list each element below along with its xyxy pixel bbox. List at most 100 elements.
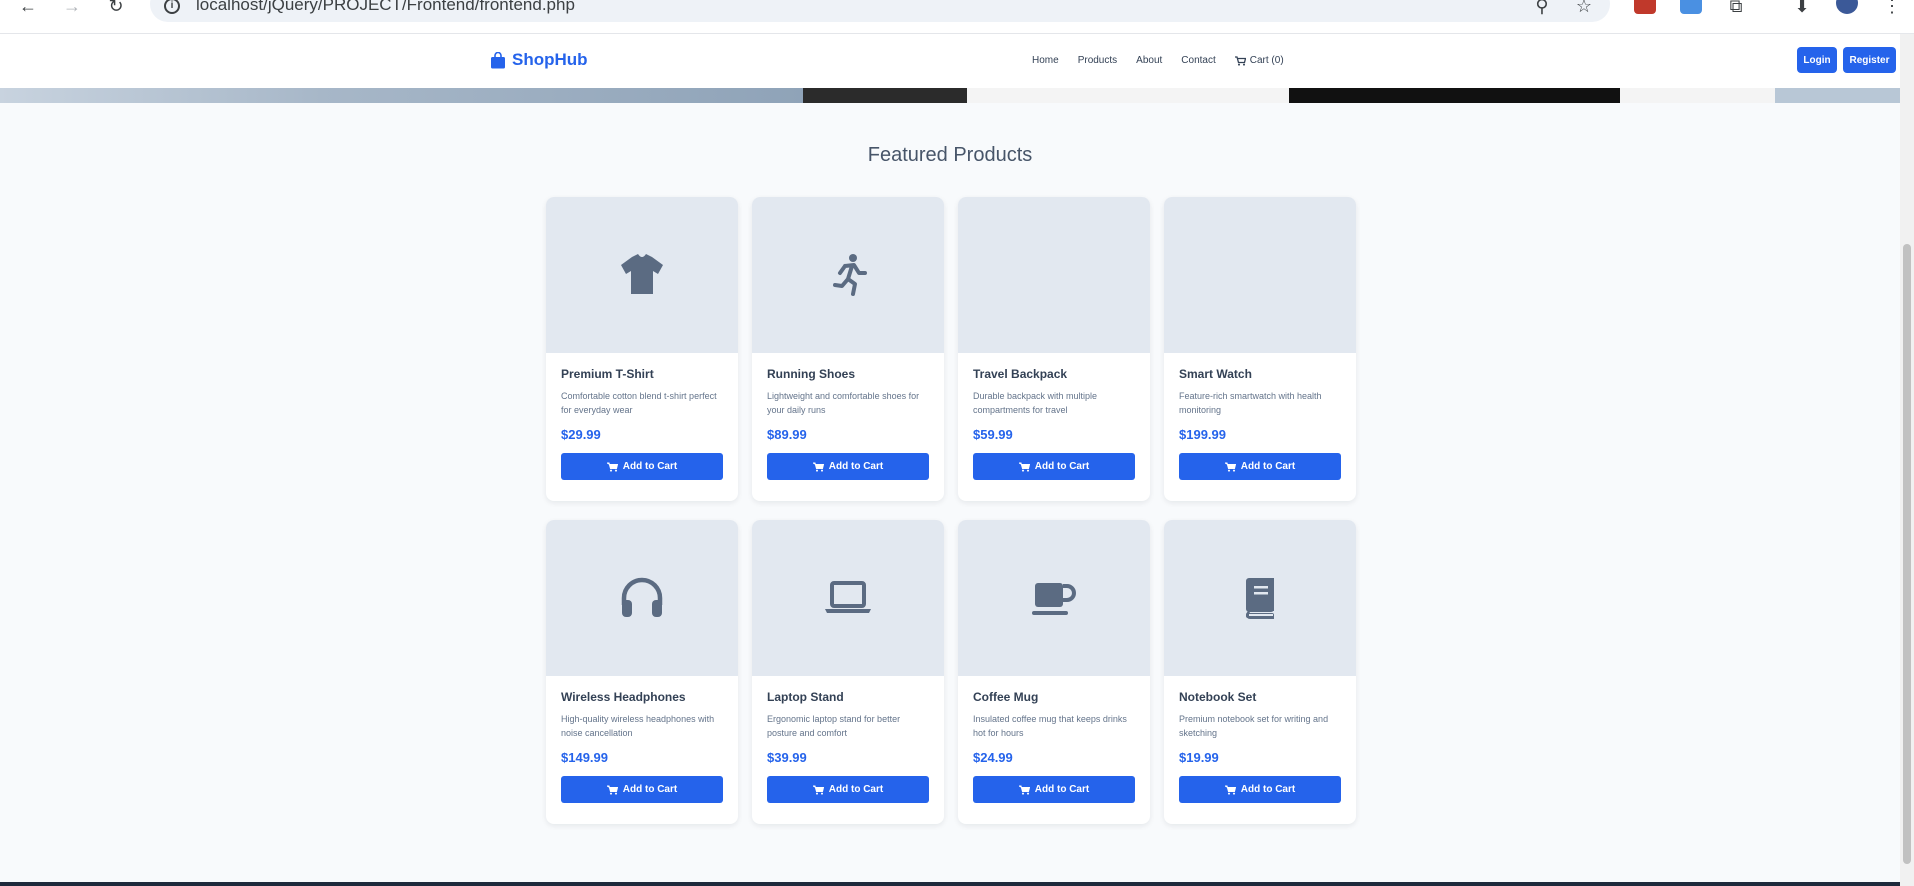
- logo-text: ShopHub: [512, 50, 588, 69]
- product-name: Premium T-Shirt: [561, 367, 654, 381]
- add-to-cart-button[interactable]: Add to Cart: [973, 776, 1135, 803]
- hero-image-light: [967, 88, 1289, 103]
- add-to-cart-button[interactable]: Add to Cart: [767, 453, 929, 480]
- product-image: [958, 520, 1150, 676]
- hero-image-left: [0, 88, 803, 103]
- product-image: [1164, 520, 1356, 676]
- product-card: Running Shoes Lightweight and comfortabl…: [752, 197, 944, 501]
- reload-icon[interactable]: ↻: [104, 0, 128, 18]
- product-name: Wireless Headphones: [561, 690, 686, 704]
- scrollbar-thumb[interactable]: [1903, 244, 1911, 864]
- add-to-cart-button[interactable]: Add to Cart: [561, 453, 723, 480]
- add-to-cart-label: Add to Cart: [1034, 784, 1090, 795]
- add-to-cart-label: Add to Cart: [1034, 461, 1090, 472]
- footer-top-edge: [0, 882, 1900, 886]
- nav-cart-label: Cart (0): [1249, 55, 1284, 66]
- cart-icon: [1224, 462, 1236, 472]
- product-price: $19.99: [1179, 750, 1219, 765]
- bookmark-star-icon[interactable]: ☆: [1572, 0, 1596, 18]
- laptop-icon: [825, 581, 871, 613]
- product-image: [958, 197, 1150, 353]
- menu-kebab-icon[interactable]: ⋮: [1880, 0, 1904, 18]
- add-to-cart-button[interactable]: Add to Cart: [1179, 776, 1341, 803]
- product-description: Insulated coffee mug that keeps drinks h…: [973, 714, 1127, 738]
- shopping-bag-icon: [491, 51, 505, 68]
- add-to-cart-label: Add to Cart: [828, 784, 884, 795]
- add-to-cart-button[interactable]: Add to Cart: [1179, 453, 1341, 480]
- cart-icon: [606, 785, 618, 795]
- product-price: $39.99: [767, 750, 807, 765]
- hero-image-dark: [803, 88, 967, 103]
- product-name: Coffee Mug: [973, 690, 1039, 704]
- add-to-cart-button[interactable]: Add to Cart: [561, 776, 723, 803]
- product-image: [752, 197, 944, 353]
- cart-icon: [1234, 55, 1246, 66]
- login-button[interactable]: Login: [1797, 47, 1837, 73]
- product-price: $59.99: [973, 427, 1013, 442]
- back-arrow-icon[interactable]: ←: [16, 0, 40, 18]
- cart-icon: [812, 462, 824, 472]
- nav-home[interactable]: Home: [1032, 55, 1059, 66]
- site-header: ShopHub Home Products About Contact Cart…: [0, 34, 1900, 88]
- tshirt-icon: [621, 254, 663, 294]
- url-text: localhost/jQuery/PROJECT/Frontend/fronte…: [196, 0, 575, 14]
- add-to-cart-label: Add to Cart: [1240, 461, 1296, 472]
- product-card: Notebook Set Premium notebook set for wr…: [1164, 520, 1356, 824]
- product-name: Notebook Set: [1179, 690, 1257, 704]
- product-card: Premium T-Shirt Comfortable cotton blend…: [546, 197, 738, 501]
- main-nav: Home Products About Contact Cart (0): [1032, 55, 1303, 66]
- product-description: Durable backpack with multiple compartme…: [973, 391, 1098, 415]
- nav-about[interactable]: About: [1136, 55, 1162, 66]
- product-image: [546, 520, 738, 676]
- product-name: Smart Watch: [1179, 367, 1252, 381]
- site-logo[interactable]: ShopHub: [490, 50, 588, 70]
- download-icon[interactable]: ⬇: [1790, 0, 1814, 18]
- mug-icon: [1032, 583, 1076, 615]
- hero-image-black: [1289, 88, 1620, 103]
- forward-arrow-icon[interactable]: →: [60, 0, 84, 18]
- section-title: Featured Products: [867, 144, 1033, 166]
- product-price: $149.99: [561, 750, 608, 765]
- cart-icon: [1018, 785, 1030, 795]
- add-to-cart-label: Add to Cart: [622, 461, 678, 472]
- address-bar[interactable]: i localhost/jQuery/PROJECT/Frontend/fron…: [150, 0, 1610, 22]
- nav-cart[interactable]: Cart (0): [1234, 55, 1284, 66]
- site-info-icon[interactable]: i: [164, 0, 180, 14]
- cart-icon: [606, 462, 618, 472]
- hero-image-white: [1620, 88, 1775, 103]
- product-card: Smart Watch Feature-rich smartwatch with…: [1164, 197, 1356, 501]
- product-image: [752, 520, 944, 676]
- pdf-extension-icon[interactable]: [1634, 0, 1656, 14]
- add-to-cart-label: Add to Cart: [622, 784, 678, 795]
- product-price: $89.99: [767, 427, 807, 442]
- browser-toolbar: ← → ↻ i localhost/jQuery/PROJECT/Fronten…: [0, 0, 1914, 34]
- nav-contact[interactable]: Contact: [1181, 55, 1215, 66]
- page-scrollbar[interactable]: [1900, 34, 1914, 886]
- add-to-cart-button[interactable]: Add to Cart: [767, 776, 929, 803]
- zoom-icon[interactable]: ⚲: [1530, 0, 1554, 18]
- product-description: Lightweight and comfortable shoes for yo…: [767, 391, 920, 415]
- product-image: [1164, 197, 1356, 353]
- hero-image-right: [1775, 88, 1900, 103]
- register-button[interactable]: Register: [1843, 47, 1896, 73]
- nav-products[interactable]: Products: [1078, 55, 1117, 66]
- product-name: Travel Backpack: [973, 367, 1068, 381]
- product-description: Feature-rich smartwatch with health moni…: [1179, 391, 1322, 415]
- cart-icon: [1224, 785, 1236, 795]
- book-icon: [1246, 578, 1274, 619]
- hero-carousel-strip: [0, 88, 1900, 103]
- product-card: Travel Backpack Durable backpack with mu…: [958, 197, 1150, 501]
- extensions-puzzle-icon[interactable]: ⧉: [1724, 0, 1748, 18]
- add-to-cart-label: Add to Cart: [1240, 784, 1296, 795]
- add-to-cart-label: Add to Cart: [828, 461, 884, 472]
- extension-icon[interactable]: [1680, 0, 1702, 14]
- product-description: Premium notebook set for writing and ske…: [1179, 714, 1329, 738]
- product-card: Coffee Mug Insulated coffee mug that kee…: [958, 520, 1150, 824]
- product-name: Laptop Stand: [767, 690, 844, 704]
- add-to-cart-button[interactable]: Add to Cart: [973, 453, 1135, 480]
- product-description: Ergonomic laptop stand for better postur…: [767, 714, 901, 738]
- cart-icon: [1018, 462, 1030, 472]
- product-price: $24.99: [973, 750, 1013, 765]
- profile-avatar[interactable]: [1836, 0, 1858, 14]
- running-icon: [833, 254, 867, 296]
